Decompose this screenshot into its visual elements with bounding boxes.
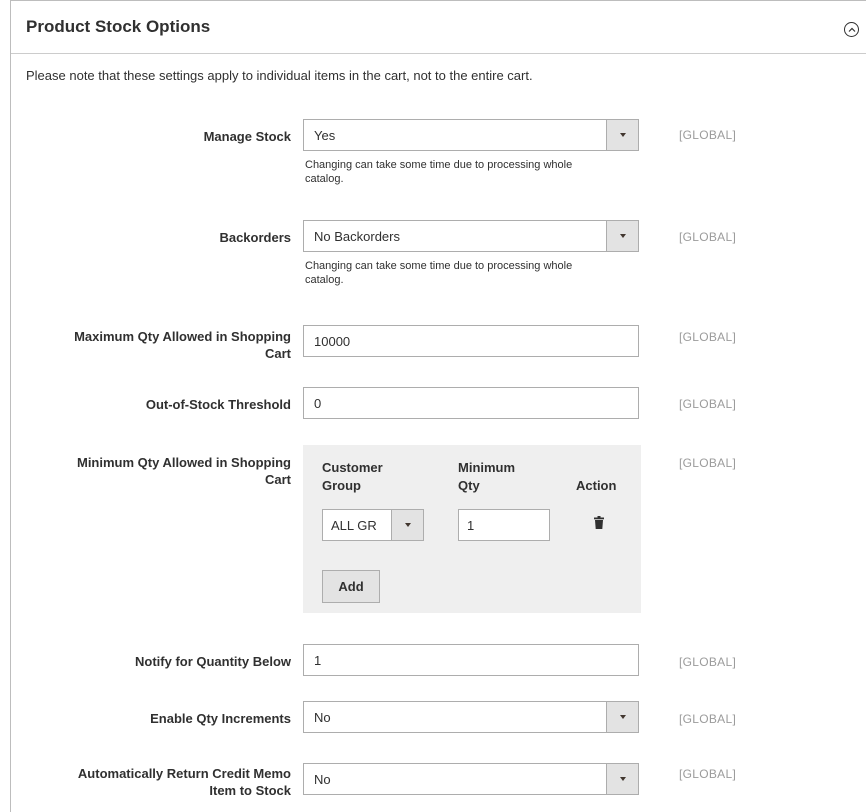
max-qty-label: Maximum Qty Allowed in Shopping Cart: [31, 328, 291, 362]
column-header-minimum-qty: Minimum Qty: [458, 459, 515, 495]
scope-label: [GLOBAL]: [679, 128, 737, 142]
label-line: Automatically Return Credit Memo: [77, 766, 291, 781]
section-title: Product Stock Options: [26, 17, 211, 36]
customer-group-select[interactable]: ALL GR: [322, 509, 424, 541]
caret-down-icon: [405, 523, 411, 527]
caret-down-icon: [620, 777, 626, 781]
max-qty-value: 10000: [314, 334, 351, 349]
credit-memo-label: Automatically Return Credit Memo Item to…: [31, 765, 291, 799]
header-line: Qty: [458, 478, 480, 493]
credit-memo-value: No: [314, 772, 331, 787]
credit-memo-select[interactable]: No: [303, 763, 639, 795]
dropdown-toggle[interactable]: [606, 702, 638, 732]
qty-increments-value: No: [314, 710, 331, 725]
dropdown-toggle[interactable]: [606, 764, 638, 794]
stock-options-panel: Product Stock Options Please note that t…: [10, 0, 866, 812]
section-note: Please note that these settings apply to…: [26, 68, 533, 83]
backorders-label: Backorders: [219, 230, 291, 245]
customer-group-value: ALL GR: [331, 518, 377, 533]
header-line: Group: [322, 478, 361, 493]
hint-line: catalog.: [305, 173, 344, 185]
notify-below-input[interactable]: 1: [303, 644, 639, 676]
label-line: Minimum Qty Allowed in Shopping: [76, 455, 291, 470]
max-qty-input[interactable]: 10000: [303, 325, 639, 357]
scope-label: [GLOBAL]: [679, 655, 737, 669]
min-qty-label: Minimum Qty Allowed in Shopping Cart: [31, 454, 291, 488]
out-of-stock-label: Out-of-Stock Threshold: [145, 397, 291, 412]
notify-below-value: 1: [314, 653, 322, 668]
scope-label: [GLOBAL]: [679, 397, 737, 411]
column-header-action: Action: [576, 478, 617, 493]
label-line: Cart: [264, 346, 291, 361]
chevron-up-circle-icon[interactable]: [844, 22, 859, 37]
label-line: Maximum Qty Allowed in Shopping: [74, 329, 291, 344]
add-button[interactable]: Add: [322, 570, 380, 603]
out-of-stock-input[interactable]: 0: [303, 387, 639, 419]
min-qty-table: Customer Group Minimum Qty Action ALL GR…: [303, 445, 641, 613]
minimum-qty-value: 1: [467, 518, 475, 533]
minimum-qty-input[interactable]: 1: [458, 509, 550, 541]
section-header[interactable]: Product Stock Options: [11, 1, 866, 54]
caret-down-icon: [620, 715, 626, 719]
dropdown-toggle[interactable]: [391, 510, 423, 540]
label-line: Item to Stock: [209, 783, 291, 798]
scope-label: [GLOBAL]: [679, 456, 737, 470]
out-of-stock-value: 0: [314, 396, 322, 411]
caret-down-icon: [620, 234, 626, 238]
scope-label: [GLOBAL]: [679, 230, 737, 244]
scope-label: [GLOBAL]: [679, 767, 737, 781]
backorders-hint: Changing can take some time due to proce…: [305, 259, 645, 287]
label-line: Cart: [264, 472, 291, 487]
qty-increments-label: Enable Qty Increments: [150, 711, 291, 726]
header-line: Minimum: [458, 460, 516, 475]
hint-line: Changing can take some time due to proce…: [305, 159, 573, 171]
header-line: Customer: [322, 460, 383, 475]
hint-line: catalog.: [305, 274, 344, 286]
manage-stock-select[interactable]: Yes: [303, 119, 639, 151]
backorders-value: No Backorders: [314, 229, 400, 244]
backorders-select[interactable]: No Backorders: [303, 220, 639, 252]
hint-line: Changing can take some time due to proce…: [305, 260, 573, 272]
dropdown-toggle[interactable]: [606, 120, 638, 150]
scope-label: [GLOBAL]: [679, 330, 737, 344]
scope-label: [GLOBAL]: [679, 712, 737, 726]
manage-stock-value: Yes: [314, 128, 336, 143]
qty-increments-select[interactable]: No: [303, 701, 639, 733]
trash-icon[interactable]: [594, 516, 604, 534]
manage-stock-hint: Changing can take some time due to proce…: [305, 158, 645, 186]
column-header-customer-group: Customer Group: [322, 459, 383, 495]
manage-stock-label: Manage Stock: [203, 129, 291, 144]
notify-below-label: Notify for Quantity Below: [135, 654, 291, 669]
dropdown-toggle[interactable]: [606, 221, 638, 251]
caret-down-icon: [620, 133, 626, 137]
